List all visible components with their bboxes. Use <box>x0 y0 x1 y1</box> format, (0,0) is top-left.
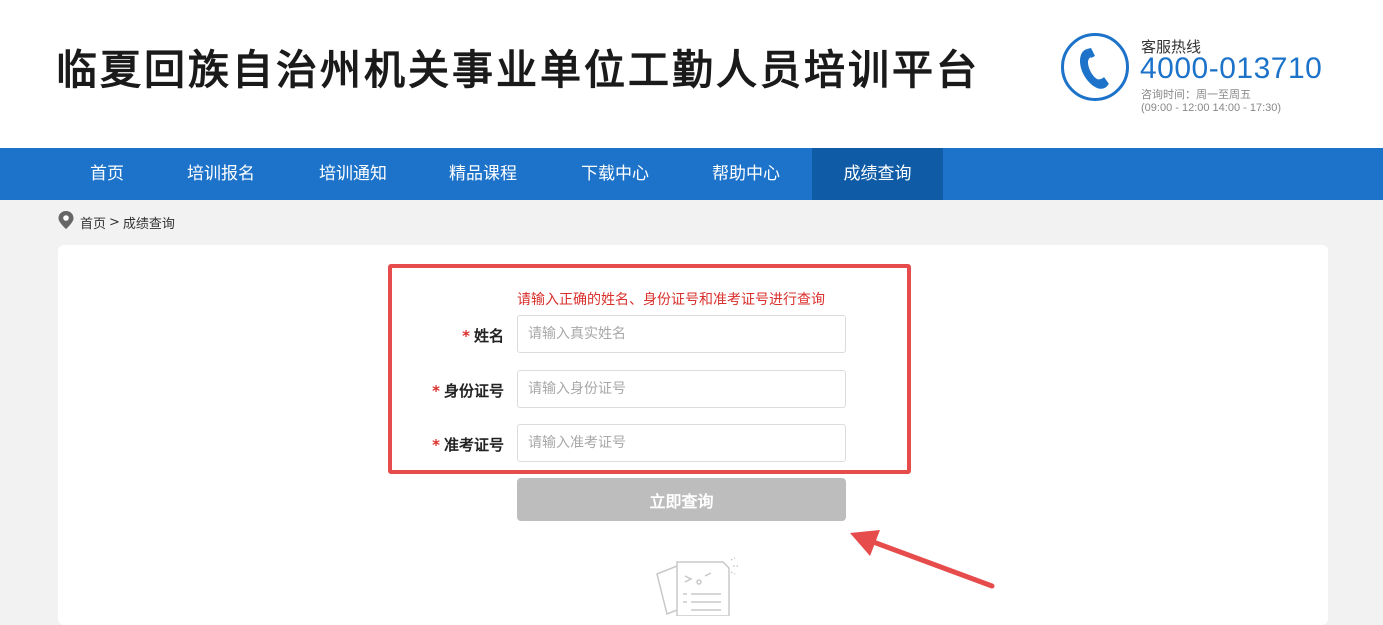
exam-ticket-label: * 准考证号 <box>384 434 504 455</box>
required-mark: * <box>462 327 470 345</box>
hotline-number: 4000-013710 <box>1140 52 1323 85</box>
breadcrumb: 首页 > 成绩查询 <box>58 211 175 233</box>
id-number-label: * 身份证号 <box>384 380 504 401</box>
nav-item-help[interactable]: 帮助中心 <box>696 148 796 200</box>
phone-icon <box>1061 33 1129 101</box>
main-nav: 首页 培训报名 培训通知 精品课程 下载中心 帮助中心 成绩查询 <box>0 148 1383 200</box>
exam-ticket-input[interactable] <box>517 424 846 462</box>
required-mark: * <box>432 436 440 454</box>
empty-document-icon <box>656 557 738 616</box>
breadcrumb-separator: > <box>109 214 120 230</box>
nav-item-downloads[interactable]: 下载中心 <box>565 148 665 200</box>
name-label-text: 姓名 <box>473 327 504 345</box>
annotation-arrow-icon <box>850 530 995 589</box>
breadcrumb-current: 成绩查询 <box>122 216 175 232</box>
service-hours-times: (09:00 - 12:00 14:00 - 17:30) <box>1141 102 1282 114</box>
query-button[interactable]: 立即查询 <box>517 478 846 521</box>
site-header: 临夏回族自治州机关事业单位工勤人员培训平台 客服热线 4000-013710 咨… <box>0 0 1383 148</box>
required-mark: * <box>432 382 440 400</box>
nav-item-score-query[interactable]: 成绩查询 <box>812 148 943 200</box>
nav-item-courses[interactable]: 精品课程 <box>433 148 533 200</box>
nav-item-registration[interactable]: 培训报名 <box>171 148 271 200</box>
location-pin-icon <box>58 211 74 233</box>
name-label: * 姓名 <box>384 325 504 346</box>
site-title: 临夏回族自治州机关事业单位工勤人员培训平台 <box>56 46 980 94</box>
id-number-label-text: 身份证号 <box>443 382 504 400</box>
name-input[interactable] <box>517 315 846 353</box>
exam-ticket-label-text: 准考证号 <box>443 436 504 454</box>
form-hint: 请输入正确的姓名、身份证号和准考证号进行查询 <box>517 292 825 308</box>
id-number-input[interactable] <box>517 370 846 408</box>
nav-item-home[interactable]: 首页 <box>56 148 158 200</box>
breadcrumb-home[interactable]: 首页 <box>80 213 106 232</box>
service-hours: 咨询时间：周一至周五 (09:00 - 12:00 14:00 - 17:30) <box>1141 89 1281 115</box>
service-hours-days: 咨询时间：周一至周五 <box>1141 89 1251 101</box>
nav-item-notices[interactable]: 培训通知 <box>303 148 403 200</box>
